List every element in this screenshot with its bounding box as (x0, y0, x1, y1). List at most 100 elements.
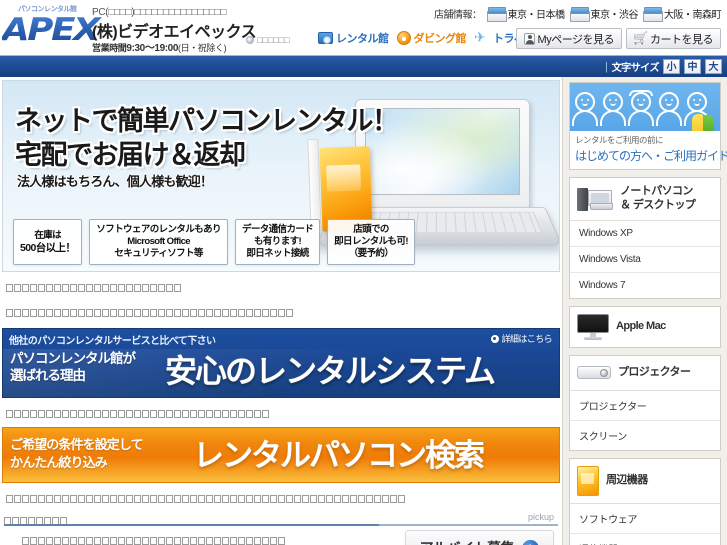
missing-glyph-box (246, 494, 253, 503)
feature-line: 500台以上！ (20, 241, 76, 254)
missing-glyph-box (94, 308, 101, 317)
feature-line: も有ります! (254, 236, 302, 248)
hero-banner[interactable]: ネットで簡単パソコンレンタル！ 宅配でお届け＆返却 法人様はもちろん、個人様も歓… (2, 80, 560, 272)
promo-banner-pc-search[interactable]: ご希望の条件を設定して かんたん絞り込み レンタルパソコン検索 (2, 427, 560, 483)
missing-glyph-box (382, 494, 389, 503)
missing-glyph-box (62, 283, 69, 292)
promo-orange-left-line-1: ご希望の条件を設定して (10, 437, 144, 452)
channel-link-rental[interactable]: レンタル館 (318, 30, 389, 46)
missing-glyph-box (14, 308, 21, 317)
orange-caption-text (6, 490, 562, 508)
missing-glyph-box (46, 409, 53, 418)
category-title-line-1: ノートパソコン (620, 185, 693, 197)
missing-glyph-box (206, 494, 213, 503)
my-page-button[interactable]: Myページを見る (515, 28, 622, 49)
my-page-button-label: Myページを見る (537, 33, 615, 46)
shop-icon (486, 7, 507, 22)
bullet-icon (246, 36, 254, 44)
sidebar-item-communication[interactable]: 通信機器 (570, 533, 720, 545)
missing-glyph-box (190, 409, 197, 418)
feature-line: （要予約） (348, 248, 394, 260)
camera-icon (318, 32, 333, 44)
missing-glyph-box (206, 536, 213, 545)
job-recruitment-button[interactable]: アルバイト募集 (404, 530, 554, 545)
header-extra-link[interactable]: □□□□□□ (246, 35, 290, 45)
sidebar-item-windows-vista[interactable]: Windows Vista (570, 246, 720, 273)
right-sidebar: レンタルをご利用の前に はじめての方へ・ご利用ガイド ノートパソコン ＆ デスク… (562, 77, 727, 545)
shop-link-minamimorimachi[interactable]: 大阪・南森町 (643, 6, 722, 22)
font-size-large-button[interactable]: 大 (705, 59, 722, 74)
category-title: 周辺機器 (606, 473, 648, 486)
missing-glyph-box (46, 283, 53, 292)
channel-links: レンタル館 ダビング館 トラベル館 (318, 29, 546, 46)
feature-line: Microsoft Office (127, 236, 190, 248)
channel-link-dubbing[interactable]: ダビング館 (396, 30, 466, 46)
font-size-medium-button[interactable]: 中 (684, 59, 701, 74)
missing-glyph-box (158, 283, 165, 292)
beginner-guide-card[interactable]: レンタルをご利用の前に はじめての方へ・ご利用ガイド (569, 82, 727, 170)
missing-glyph-box (158, 494, 165, 503)
category-header-notebook-desktop[interactable]: ノートパソコン ＆ デスクトップ (570, 178, 720, 221)
missing-glyph-box (278, 536, 285, 545)
shop-link-nihonbashi[interactable]: 東京・日本橋 (486, 6, 566, 22)
font-size-small-button[interactable]: 小 (663, 59, 680, 74)
sidebar-item-screen[interactable]: スクリーン (570, 420, 720, 450)
missing-glyph-box (150, 409, 157, 418)
sidebar-item-projector[interactable]: プロジェクター (570, 390, 720, 421)
hero-subline: 法人様はもちろん、個人様も歓迎！ (17, 174, 213, 189)
missing-glyph-box (350, 494, 357, 503)
missing-glyph-box (174, 308, 181, 317)
category-header-peripherals[interactable]: 周辺機器 (570, 458, 720, 504)
missing-glyph-box (38, 409, 45, 418)
category-notebook-desktop: ノートパソコン ＆ デスクトップ Windows XP Windows Vist… (569, 177, 721, 299)
promo-blue-more-link[interactable]: 詳細はこちら (490, 332, 553, 345)
missing-glyph-box (54, 536, 61, 545)
missing-glyph-box (134, 283, 141, 292)
missing-glyph-box (390, 494, 397, 503)
missing-glyph-box (190, 308, 197, 317)
sidebar-item-software[interactable]: ソフトウェア (570, 503, 720, 534)
feature-line: セキュリティソフト等 (114, 248, 203, 260)
missing-glyph-box (46, 308, 53, 317)
site-logo[interactable]: パソコンレンタル館 APEX (2, 3, 101, 51)
missing-glyph-box (254, 494, 261, 503)
pc-set-icon (577, 186, 613, 212)
page-root: パソコンレンタル館 APEX PC(□□□□)□□□□□□□□□□□□□□□□ … (0, 0, 727, 545)
shop-link-shibuya[interactable]: 東京・渋谷 (569, 6, 638, 22)
missing-glyph-box (286, 494, 293, 503)
missing-glyph-box (158, 409, 165, 418)
missing-glyph-box (230, 494, 237, 503)
missing-glyph-box (14, 283, 21, 292)
category-header-projector[interactable]: プロジェクター (570, 355, 720, 391)
nav-bar: | 文字サイズ 小 中 大 (0, 55, 727, 77)
missing-glyph-box (182, 536, 189, 545)
business-hours-note: (日・祝除く) (178, 43, 227, 53)
missing-glyph-box (174, 536, 181, 545)
business-hours-value: 9:30〜19:00 (126, 43, 178, 54)
shop-label: 東京・日本橋 (507, 10, 566, 21)
imac-icon (577, 313, 609, 340)
missing-glyph-box (398, 494, 405, 503)
missing-glyph-box (102, 494, 109, 503)
missing-glyph-box (182, 409, 189, 418)
business-hours: 営業時間9:30〜19:00(日・祝除く) (92, 39, 227, 54)
missing-glyph-box (174, 409, 181, 418)
missing-glyph-box (254, 308, 261, 317)
site-header: パソコンレンタル館 APEX PC(□□□□)□□□□□□□□□□□□□□□□ … (0, 0, 727, 55)
cart-button[interactable]: カートを見る (626, 28, 721, 49)
missing-glyph-box (230, 308, 237, 317)
missing-glyph-box (94, 409, 101, 418)
missing-glyph-box (110, 494, 117, 503)
missing-glyph-box (198, 536, 205, 545)
guide-subtitle: レンタルをご利用の前に (575, 135, 664, 145)
missing-glyph-box (254, 536, 261, 545)
promo-banner-reliable-system[interactable]: 他社のパソコンレンタルサービスと比べて下さい 詳細はこちら パソコンレンタル館が… (2, 328, 560, 398)
channel-label: レンタル館 (336, 33, 389, 45)
missing-glyph-box (86, 308, 93, 317)
missing-glyph-box (86, 536, 93, 545)
category-header-apple-mac[interactable]: Apple Mac (570, 306, 720, 347)
sidebar-item-windows-xp[interactable]: Windows XP (570, 220, 720, 247)
promo-blue-left-line-2: 選ばれる理由 (10, 367, 86, 383)
sidebar-item-windows-7[interactable]: Windows 7 (570, 272, 720, 298)
missing-glyph-box (102, 409, 109, 418)
